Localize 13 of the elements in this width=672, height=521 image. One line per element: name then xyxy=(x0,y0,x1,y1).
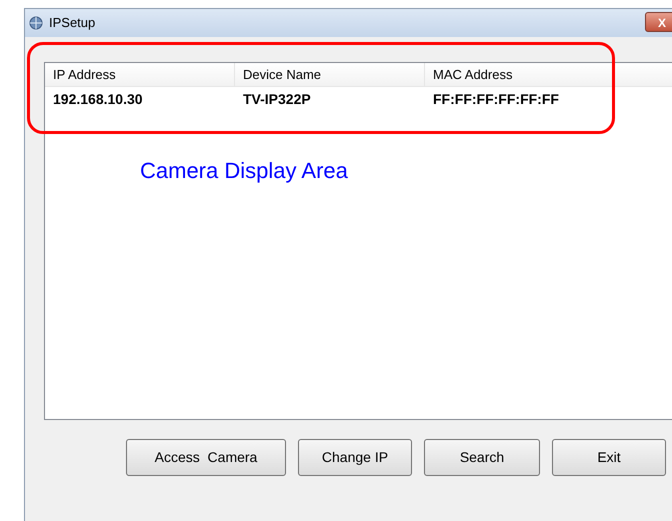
action-button[interactable]: Exit xyxy=(552,439,666,476)
globe-icon xyxy=(29,16,43,30)
table-cell-text: TV-IP322P xyxy=(242,90,312,108)
column-header[interactable]: MAC Address xyxy=(425,63,672,86)
action-button[interactable]: Search xyxy=(424,439,540,476)
action-button[interactable]: Change IP xyxy=(298,439,412,476)
action-button[interactable]: Access Camera xyxy=(126,439,286,476)
table-cell-text: FF:FF:FF:FF:FF:FF xyxy=(432,90,560,108)
table-cell-text: 192.168.10.30 xyxy=(52,90,144,108)
window-title: IPSetup xyxy=(49,14,96,32)
annotation-label: Camera Display Area xyxy=(140,157,348,185)
column-header[interactable]: IP Address xyxy=(45,63,235,86)
column-header[interactable]: Device Name xyxy=(235,63,425,86)
